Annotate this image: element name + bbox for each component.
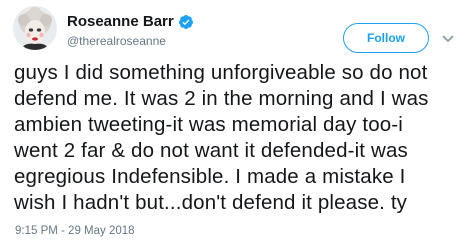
tweet-text-line: went 2 far & do not want it defended-it … <box>14 139 408 162</box>
user-handle[interactable]: @therealroseanne <box>67 34 194 48</box>
user-info: Roseanne Barr @therealroseanne <box>67 13 194 48</box>
display-name-row: Roseanne Barr <box>67 13 194 31</box>
avatar[interactable] <box>13 6 57 50</box>
follow-button[interactable]: Follow <box>343 23 429 53</box>
tweet-text-line: ambien tweeting-it was memorial day too-… <box>14 113 403 136</box>
tweet-text-line: wish I hadn't but...don't defend it plea… <box>14 191 408 214</box>
verified-badge-icon <box>178 14 194 30</box>
tweet-text-line: defend me. It was 2 in the morning and I… <box>14 87 429 110</box>
display-name[interactable]: Roseanne Barr <box>67 13 174 31</box>
avatar-portrait-icon <box>13 6 57 50</box>
tweet-text-line: guys I did something unforgiveable so do… <box>14 61 428 84</box>
tweet-card: Roseanne Barr @therealroseanne Follow gu… <box>0 0 474 251</box>
tweet-timestamp[interactable]: 9:15 PM - 29 May 2018 <box>15 224 135 238</box>
chevron-down-icon[interactable] <box>442 32 454 44</box>
tweet-text: guys I did something unforgiveable so do… <box>14 60 470 216</box>
tweet-text-line: egregious Indefensible. I made a mistake… <box>14 165 406 188</box>
